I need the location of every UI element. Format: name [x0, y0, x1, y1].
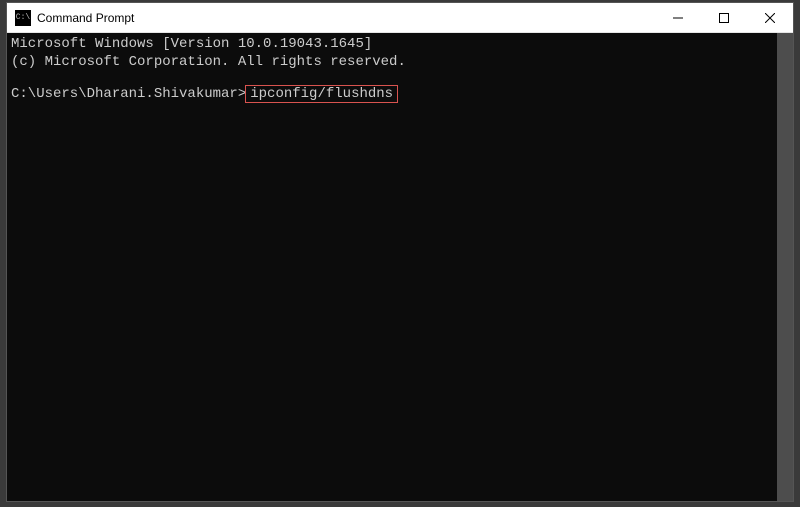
minimize-icon: [673, 13, 683, 23]
maximize-button[interactable]: [701, 3, 747, 32]
prompt-line: C:\Users\Dharani.Shivakumar>ipconfig/flu…: [11, 85, 789, 103]
scrollbar-thumb[interactable]: [777, 33, 793, 501]
scrollbar[interactable]: [777, 33, 793, 501]
command-text: ipconfig/flushdns: [245, 85, 398, 103]
close-button[interactable]: [747, 3, 793, 32]
terminal-area[interactable]: Microsoft Windows [Version 10.0.19043.16…: [7, 33, 793, 501]
version-line: Microsoft Windows [Version 10.0.19043.16…: [11, 35, 789, 53]
window-title: Command Prompt: [37, 11, 655, 25]
prompt-text: C:\Users\Dharani.Shivakumar>: [11, 86, 246, 102]
cmd-icon: C:\: [15, 10, 31, 26]
window-controls: [655, 3, 793, 32]
minimize-button[interactable]: [655, 3, 701, 32]
close-icon: [765, 13, 775, 23]
cmd-icon-glyph: C:\: [16, 14, 30, 22]
maximize-icon: [719, 13, 729, 23]
titlebar: C:\ Command Prompt: [7, 3, 793, 33]
copyright-line: (c) Microsoft Corporation. All rights re…: [11, 53, 789, 71]
command-prompt-window: C:\ Command Prompt Microsoft Windows [Ve…: [6, 2, 794, 502]
